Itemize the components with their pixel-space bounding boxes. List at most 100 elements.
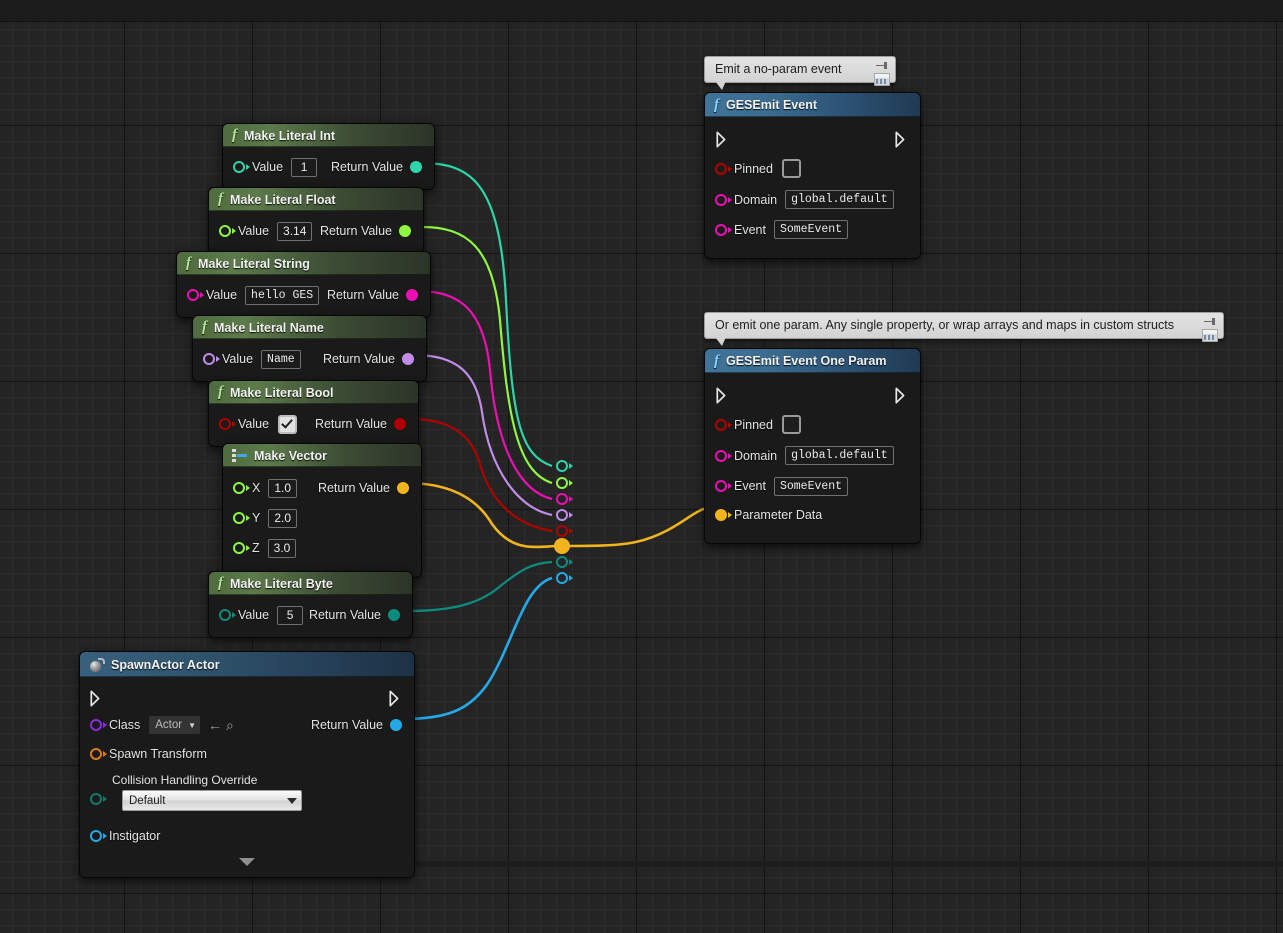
stub-pin-actor[interactable] [556,572,573,584]
stub-pin-string[interactable] [556,493,573,505]
input-pin-domain[interactable] [715,449,732,462]
pin-label: Z [252,541,260,555]
value-input-x[interactable]: 1.0 [268,478,298,498]
function-icon: f [232,127,237,143]
stub-pin-int[interactable] [556,460,573,472]
node-expander[interactable] [80,851,414,875]
collision-value: Default [129,794,166,807]
node-make-literal-string[interactable]: f Make Literal String Value hello GES Re… [176,251,431,318]
value-input-z[interactable]: 3.0 [267,538,297,558]
node-ges-emit-event[interactable]: f GESEmit Event Pinned Domain global.def… [704,92,921,259]
input-pin-domain[interactable] [715,193,732,206]
node-header[interactable]: f Make Literal Byte [209,572,412,595]
input-pin-value[interactable] [219,418,236,430]
input-pin-y[interactable] [233,512,250,524]
input-pin-value[interactable] [219,609,236,621]
note-icon[interactable] [874,73,890,86]
node-header[interactable]: f Make Literal String [177,252,430,275]
exec-pin-out[interactable] [389,689,402,707]
event-input[interactable]: SomeEvent [773,476,849,496]
pushpin-icon[interactable] [1203,316,1217,327]
node-make-literal-float[interactable]: f Make Literal Float Value 3.14 Return V… [208,187,424,254]
exec-pin-in[interactable] [716,130,729,148]
pushpin-icon[interactable] [875,60,889,71]
pinned-checkbox[interactable] [781,159,801,178]
stub-pin-byte[interactable] [556,556,573,568]
output-pin-return-value[interactable] [394,418,406,430]
node-header[interactable]: f GESEmit Event [705,93,920,117]
node-header[interactable]: f Make Literal Int [223,124,434,147]
stub-pin-float[interactable] [556,477,573,489]
node-make-literal-name[interactable]: f Make Literal Name Value Name Return Va… [192,315,427,382]
collision-combo[interactable]: Default [122,790,302,811]
output-pin-return-value[interactable] [388,609,400,621]
input-pin-z[interactable] [233,542,250,554]
value-input[interactable]: 1 [291,157,318,177]
note-icon[interactable] [1202,329,1218,342]
value-input[interactable]: hello GES [245,285,320,305]
input-pin-value[interactable] [203,353,220,365]
domain-input[interactable]: global.default [785,190,894,209]
browse-back-icon[interactable]: ← [208,718,222,732]
domain-input[interactable]: global.default [785,446,894,465]
input-pin-event[interactable] [715,480,732,492]
node-header[interactable]: SpawnActor Actor [80,652,414,677]
output-pin-return-value[interactable] [402,353,414,365]
node-header[interactable]: Make Vector [223,444,421,467]
output-pin-return-value[interactable] [410,161,422,173]
comment-bubble-no-param[interactable]: Emit a no-param event [704,56,896,90]
node-make-literal-int[interactable]: f Make Literal Int Value 1 Return Value [222,123,435,190]
event-input[interactable]: SomeEvent [773,220,849,239]
input-pin-pinned[interactable] [715,162,732,175]
node-title: SpawnActor Actor [111,657,220,672]
node-header[interactable]: f GESEmit Event One Param [705,349,920,373]
comment-bubble-one-param[interactable]: Or emit one param. Any single property, … [704,312,1224,346]
exec-pin-out[interactable] [895,130,908,148]
node-header[interactable]: f Make Literal Bool [209,381,418,404]
pinned-checkbox[interactable] [781,415,801,434]
node-spawn-actor[interactable]: SpawnActor Actor Class Actor ▼ ← ⌕ Retur… [79,651,415,878]
input-pin-pinned[interactable] [715,418,732,431]
output-label: Return Value [322,352,395,366]
stub-pin-bool[interactable] [556,525,573,537]
value-input[interactable]: 3.14 [277,221,313,241]
node-make-literal-bool[interactable]: f Make Literal Bool Value Return Value [208,380,419,447]
node-header[interactable]: f Make Literal Name [193,316,426,339]
input-pin-value[interactable] [187,289,204,301]
pin-row-value: Value Name Return Value [193,345,426,373]
input-pin-event[interactable] [715,223,732,236]
input-pin-spawn-transform[interactable] [90,748,107,760]
output-pin-return-value[interactable] [390,719,402,731]
stub-pin-name[interactable] [556,509,573,521]
input-pin-class[interactable] [90,719,107,731]
node-make-literal-byte[interactable]: f Make Literal Byte Value 5 Return Value [208,571,413,638]
output-pin-return-value[interactable] [406,289,418,301]
magnifier-icon[interactable]: ⌕ [226,718,234,732]
stub-pin-vector[interactable] [554,538,570,554]
value-checkbox[interactable] [278,414,298,434]
node-make-vector[interactable]: Make Vector X 1.0 Return Value Y 2.0 Z 3… [222,443,422,578]
output-pin-return-value[interactable] [399,225,411,237]
output-label: Return Value [326,288,399,302]
pin-label: Event [734,222,766,237]
value-input[interactable]: Name [261,349,301,369]
value-input[interactable]: 5 [277,605,304,625]
node-ges-emit-event-one-param[interactable]: f GESEmit Event One Param Pinned Domain [704,348,921,544]
value-input-y[interactable]: 2.0 [268,508,298,528]
input-pin-parameter-data[interactable] [715,509,732,521]
wire-byte [405,560,553,613]
input-pin-x[interactable] [233,482,250,494]
input-pin-value[interactable] [219,225,236,237]
blueprint-graph-canvas[interactable]: Emit a no-param event Or emit one param.… [0,0,1283,933]
output-pin-return-value[interactable] [397,482,409,494]
exec-pin-in[interactable] [90,689,103,707]
pin-row-domain: Domain global.default [705,184,920,215]
class-picker[interactable]: Actor ▼ [149,716,201,734]
input-pin-value[interactable] [233,161,250,173]
exec-pin-in[interactable] [716,386,729,404]
node-header[interactable]: f Make Literal Float [209,188,423,211]
input-pin-instigator[interactable] [90,830,107,842]
class-value: Actor [155,719,183,731]
input-pin-collision[interactable] [90,793,107,805]
exec-pin-out[interactable] [895,386,908,404]
